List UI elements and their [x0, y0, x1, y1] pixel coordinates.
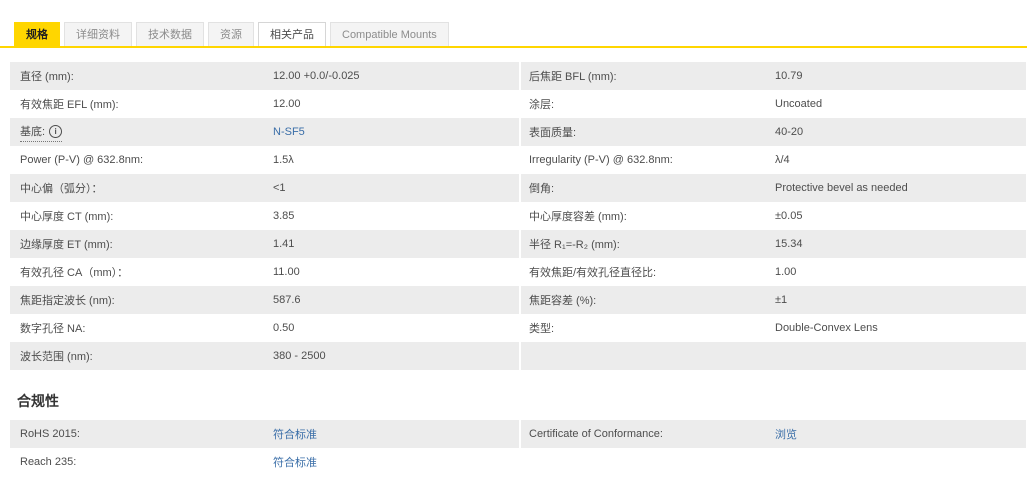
spec-row-value: 380 - 2500 [273, 350, 326, 362]
spec-row-value: 587.6 [273, 294, 301, 306]
spec-row-label-text: 基底: [20, 125, 46, 138]
spec-row-label: 焦距容差 (%): [529, 295, 597, 307]
tab-compatible-mounts[interactable]: Compatible Mounts [330, 22, 449, 46]
spec-row-value: Protective bevel as needed [775, 182, 908, 194]
spec-row-value: 1.5λ [273, 154, 294, 166]
spec-row-value-link[interactable]: N-SF5 [273, 126, 305, 138]
compliance-row: Reach 235: 符合标准 [10, 448, 519, 476]
spec-row-value: 15.34 [775, 238, 803, 250]
spec-row-column-left: 直径 (mm): 12.00 +0.0/-0.025 有效焦距 EFL (mm): 1… [10, 62, 519, 370]
compliance-row [521, 448, 1026, 476]
spec-row-label: 直径 (mm): [20, 71, 74, 83]
spec-row: 中心厚度 CT (mm): 3.85 [10, 202, 519, 230]
spec-row [521, 342, 1026, 370]
spec-row-column-right: 后焦距 BFL (mm): 10.79 涂层: Uncoated 表面质量: 40-20 I… [521, 62, 1026, 370]
compliance-row-value-link[interactable]: 符合标准 [273, 426, 317, 442]
spec-row-label: 有效焦距/有效孔径直径比: [529, 267, 657, 279]
spec-row: Power (P-V) @ 632.8nm: 1.5λ [10, 146, 519, 174]
spec-row: 有效焦距 EFL (mm): 12.00 [10, 90, 519, 118]
spec-row: 基底: i N-SF5 [10, 118, 519, 146]
spec-row-value: Uncoated [775, 98, 823, 110]
spec-row-label: 焦距指定波长 (nm): [20, 295, 115, 307]
spec-row-label: 有效焦距 EFL (mm): [20, 99, 119, 111]
spec-row-label: 倒角: [529, 183, 555, 195]
spec-row: 表面质量: 40-20 [521, 118, 1026, 146]
spec-row-label: Irregularity (P-V) @ 632.8nm: [529, 154, 673, 166]
tab-bar: 规格 详细资料 技术数据 资源 相关产品 Compatible Mounts [0, 0, 1027, 48]
spec-row: 类型: Double-Convex Lens [521, 314, 1026, 342]
spec-row: 中心偏（弧分）： <1 [10, 174, 519, 202]
tab-specifications[interactable]: 规格 [14, 22, 60, 46]
spec-row: 半径 R₁=-R₂ (mm): 15.34 [521, 230, 1026, 258]
info-icon[interactable]: i [49, 124, 63, 138]
spec-row: 边缘厚度 ET (mm): 1.41 [10, 230, 519, 258]
spec-row: 焦距指定波长 (nm): 587.6 [10, 286, 519, 314]
tab-related-products[interactable]: 相关产品 [258, 22, 326, 46]
spec-row-value: 40-20 [775, 126, 804, 138]
compliance-row-column-left: RoHS 2015: 符合标准 Reach 235: 符合标准 [10, 420, 519, 476]
spec-row: 直径 (mm): 12.00 +0.0/-0.025 [10, 62, 519, 90]
compliance-row: Certificate of Conformance: 浏览 [521, 420, 1026, 448]
spec-row-value: 12.00 [273, 98, 301, 110]
spec-row-label: 中心厚度 CT (mm): [20, 211, 114, 223]
spec-row-label: 基底: i [20, 123, 273, 142]
spec-row: 有效焦距/有效孔径直径比: 1.00 [521, 258, 1026, 286]
spec-row-label: 有效孔径 CA（mm）： [20, 267, 129, 279]
specifications-table: 直径 (mm): 12.00 +0.0/-0.025 有效焦距 EFL (mm): 1… [10, 62, 1026, 370]
spec-row-value: 3.85 [273, 210, 295, 222]
spec-row-value: Double-Convex Lens [775, 322, 878, 334]
spec-row-label: 波长范围 (nm): [20, 351, 93, 363]
tab-details[interactable]: 详细资料 [64, 22, 132, 46]
compliance-row: RoHS 2015: 符合标准 [10, 420, 519, 448]
spec-row: 数字孔径 NA: 0.50 [10, 314, 519, 342]
spec-row-value: λ/4 [775, 154, 790, 166]
spec-row-value: 10.79 [775, 70, 803, 82]
spec-row: 焦距容差 (%): ±1 [521, 286, 1026, 314]
spec-row: 波长范围 (nm): 380 - 2500 [10, 342, 519, 370]
spec-row-label: 边缘厚度 ET (mm): [20, 239, 113, 251]
spec-row: 后焦距 BFL (mm): 10.79 [521, 62, 1026, 90]
compliance-row-column-right: Certificate of Conformance: 浏览 [521, 420, 1026, 476]
spec-row-label: Power (P-V) @ 632.8nm: [20, 154, 144, 166]
spec-row: 倒角: Protective bevel as needed [521, 174, 1026, 202]
spec-row-label: 类型: [529, 323, 555, 335]
compliance-table: RoHS 2015: 符合标准 Reach 235: 符合标准 Certificate … [10, 420, 1026, 476]
compliance-row-value-link[interactable]: 符合标准 [273, 454, 317, 470]
tab-resources[interactable]: 资源 [208, 22, 254, 46]
compliance-row-value-link[interactable]: 浏览 [775, 426, 797, 442]
spec-row-value: <1 [273, 182, 286, 194]
spec-row-value: ±0.05 [775, 210, 803, 222]
spec-row-value: 1.00 [775, 266, 797, 278]
compliance-row-label: Certificate of Conformance: [529, 428, 663, 440]
spec-row-label: 数字孔径 NA: [20, 323, 86, 335]
spec-row-value: 12.00 +0.0/-0.025 [273, 70, 360, 82]
compliance-section: RoHS 2015: 符合标准 Reach 235: 符合标准 Certificate … [0, 420, 1027, 476]
spec-row: Irregularity (P-V) @ 632.8nm: λ/4 [521, 146, 1026, 174]
spec-row: 中心厚度容差 (mm): ±0.05 [521, 202, 1026, 230]
compliance-row-label: Reach 235: [20, 456, 77, 468]
compliance-row-label: RoHS 2015: [20, 428, 80, 440]
spec-row-label: 后焦距 BFL (mm): [529, 71, 617, 83]
spec-row-label: 中心厚度容差 (mm): [529, 211, 627, 223]
compliance-heading: 合规性 [17, 393, 59, 409]
spec-row-label: 表面质量: [529, 127, 577, 139]
spec-row-value: ±1 [775, 294, 788, 306]
spec-row: 涂层: Uncoated [521, 90, 1026, 118]
spec-row-label: 中心偏（弧分）： [20, 183, 103, 195]
spec-row: 有效孔径 CA（mm）： 11.00 [10, 258, 519, 286]
spec-row-label: 半径 R₁=-R₂ (mm): [529, 239, 620, 251]
spec-row-value: 0.50 [273, 322, 295, 334]
spec-row-label: 涂层: [529, 99, 555, 111]
spec-row-value: 1.41 [273, 238, 295, 250]
tab-technical-data[interactable]: 技术数据 [136, 22, 204, 46]
spec-row-value: 11.00 [273, 266, 300, 278]
